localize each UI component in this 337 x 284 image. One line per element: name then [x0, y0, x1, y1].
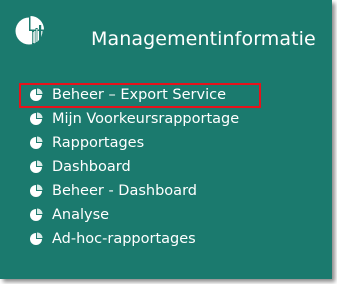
menu-item-ad-hoc-rapportages[interactable]: Ad-hoc-rapportages — [0, 228, 332, 252]
menu-item-mijn-voorkeursrapportage[interactable]: Mijn Voorkeursrapportage — [0, 108, 332, 132]
panel-title: Managementinformatie — [91, 28, 316, 50]
panel-header: Managementinformatie — [0, 0, 332, 80]
menu-item-rapportages[interactable]: Rapportages — [0, 132, 332, 156]
menu-item-beheer-export-service[interactable]: Beheer – Export Service — [0, 83, 332, 108]
menu-item-analyse[interactable]: Analyse — [0, 204, 332, 228]
menu-item-beheer-dashboard[interactable]: Beheer - Dashboard — [0, 180, 332, 204]
pie-chart-icon — [30, 208, 43, 221]
pie-chart-icon — [30, 112, 43, 125]
menu-item-label: Ad-hoc-rapportages — [52, 231, 196, 247]
managementinformatie-panel: Managementinformatie Beheer – Export Ser… — [0, 0, 332, 279]
report-menu: Beheer – Export Service Mijn Voorkeursra… — [0, 83, 332, 252]
pie-chart-icon — [15, 16, 44, 45]
pie-chart-icon — [30, 160, 43, 173]
menu-item-label: Analyse — [52, 207, 110, 223]
menu-item-label: Beheer - Dashboard — [52, 183, 197, 199]
menu-item-label: Rapportages — [52, 135, 145, 151]
pie-chart-icon — [30, 88, 43, 101]
menu-item-label: Beheer – Export Service — [52, 87, 226, 103]
menu-item-dashboard[interactable]: Dashboard — [0, 156, 332, 180]
menu-item-label: Mijn Voorkeursrapportage — [52, 111, 240, 127]
pie-chart-icon — [30, 184, 43, 197]
pie-chart-icon — [30, 232, 43, 245]
pie-chart-icon — [30, 136, 43, 149]
menu-item-label: Dashboard — [52, 159, 131, 175]
